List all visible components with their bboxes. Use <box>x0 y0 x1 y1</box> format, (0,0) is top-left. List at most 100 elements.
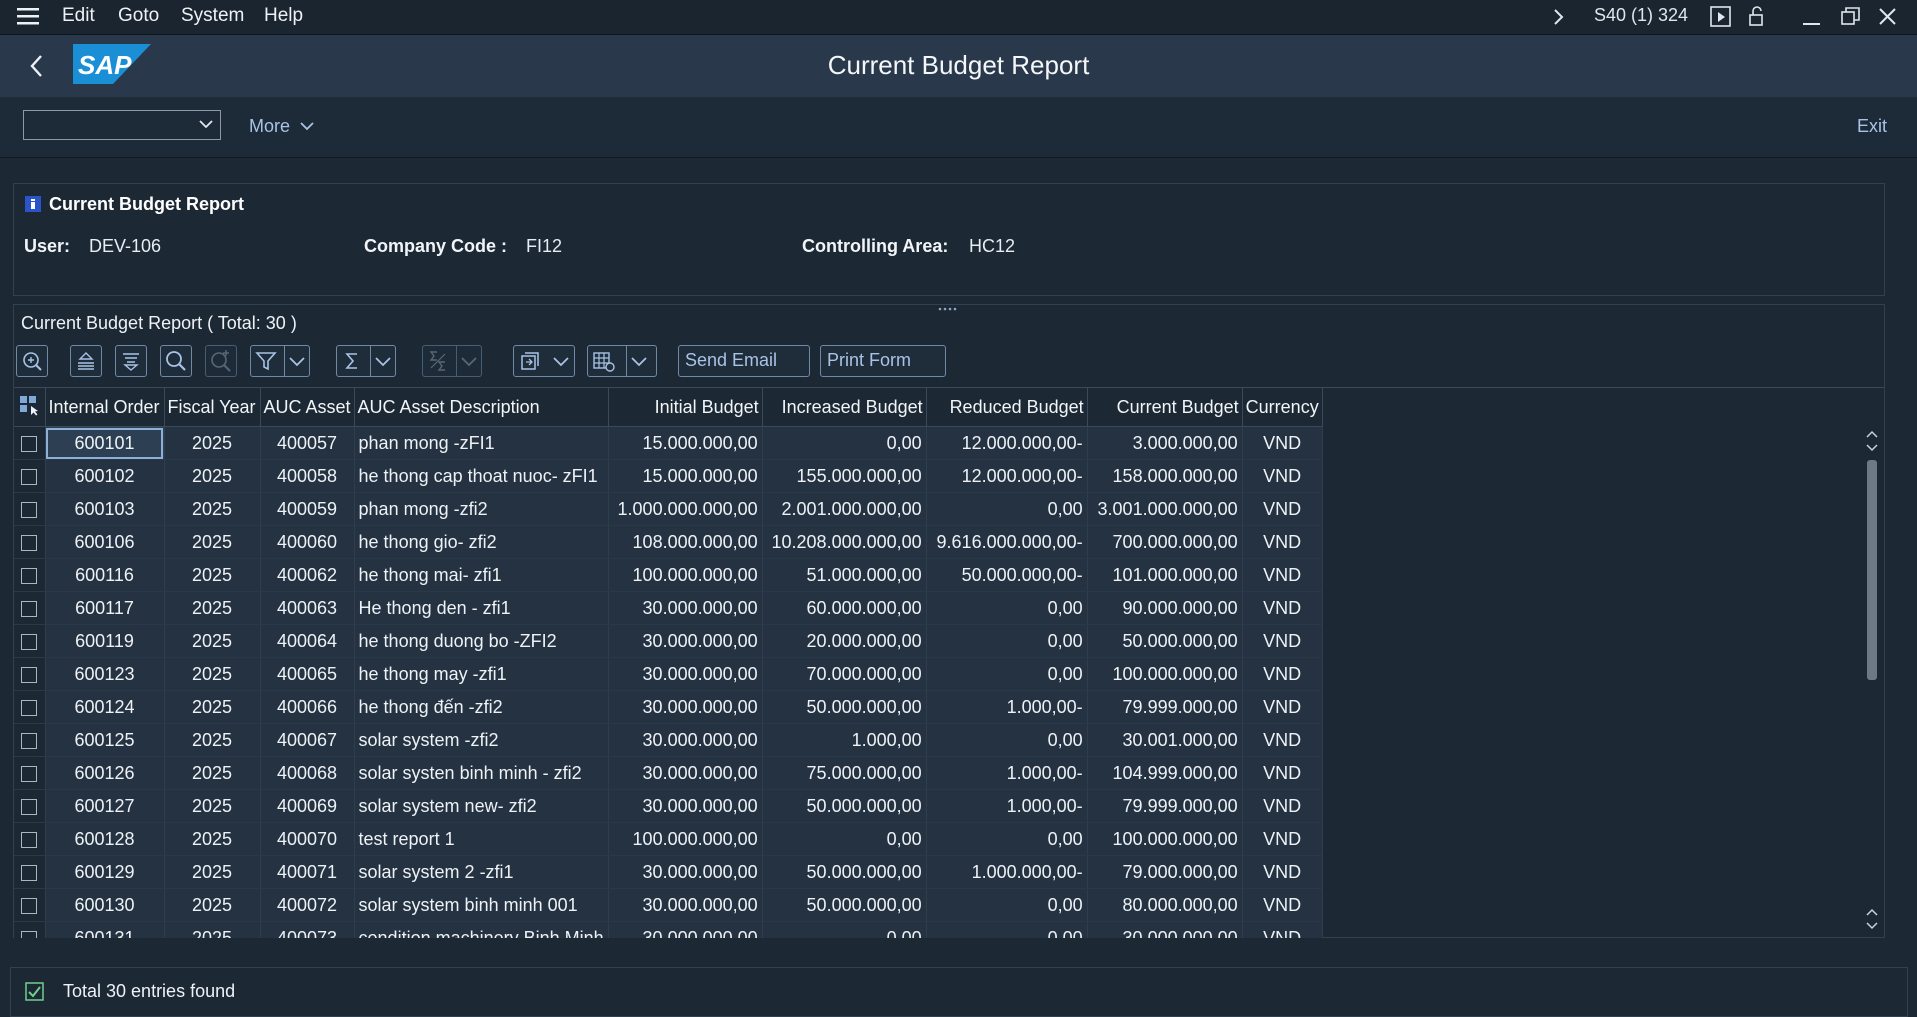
cell-increased-budget[interactable]: 20.000.000,00 <box>762 624 927 658</box>
row-select-cell[interactable] <box>14 822 46 856</box>
restore-icon[interactable] <box>1840 6 1862 33</box>
close-icon[interactable] <box>1878 6 1898 33</box>
cell-increased-budget[interactable]: 0,00 <box>762 426 927 460</box>
cell-initial-budget[interactable]: 30.000.000,00 <box>608 789 763 823</box>
cell-auc-asset-description[interactable]: he thong đến -zfi2 <box>354 690 609 724</box>
cell-currency[interactable]: VND <box>1242 624 1323 658</box>
cell-auc-asset[interactable]: 400058 <box>260 459 355 493</box>
cell-internal-order[interactable]: 600129 <box>45 855 165 889</box>
row-checkbox[interactable] <box>21 567 38 584</box>
row-checkbox[interactable] <box>21 435 38 452</box>
cell-fiscal-year[interactable]: 2025 <box>164 921 261 938</box>
cell-currency[interactable]: VND <box>1242 591 1323 625</box>
subtotal-button[interactable] <box>422 345 482 377</box>
cell-reduced-budget[interactable]: 1.000.000,00- <box>926 855 1088 889</box>
cell-internal-order[interactable]: 600126 <box>45 756 165 790</box>
row-checkbox[interactable] <box>21 468 38 485</box>
hamburger-menu-icon[interactable] <box>17 6 41 31</box>
table-row[interactable]: 600126 2025 400068 solar systen binh minh -… <box>14 756 1323 790</box>
cell-auc-asset[interactable]: 400071 <box>260 855 355 889</box>
row-select-cell[interactable] <box>14 855 46 889</box>
send-email-button[interactable]: Send Email <box>678 345 810 377</box>
cell-fiscal-year[interactable]: 2025 <box>164 888 261 922</box>
cell-auc-asset[interactable]: 400068 <box>260 756 355 790</box>
cell-auc-asset[interactable]: 400063 <box>260 591 355 625</box>
cell-current-budget[interactable]: 158.000.000,00 <box>1087 459 1243 493</box>
cell-fiscal-year[interactable]: 2025 <box>164 855 261 889</box>
cell-reduced-budget[interactable]: 12.000.000,00- <box>926 459 1088 493</box>
cell-current-budget[interactable]: 80.000.000,00 <box>1087 888 1243 922</box>
table-row[interactable]: 600128 2025 400070 test report 1 100.000.000… <box>14 822 1323 856</box>
cell-auc-asset-description[interactable]: phan mong -zfi2 <box>354 492 609 526</box>
row-checkbox[interactable] <box>21 600 38 617</box>
row-checkbox[interactable] <box>21 732 38 749</box>
row-select-cell[interactable] <box>14 756 46 790</box>
cell-currency[interactable]: VND <box>1242 855 1323 889</box>
col-header-auc-asset[interactable]: AUC Asset <box>260 388 355 427</box>
table-row[interactable]: 600102 2025 400058 he thong cap thoat nuoc-… <box>14 459 1323 493</box>
cell-currency[interactable]: VND <box>1242 789 1323 823</box>
menu-edit[interactable]: Edit <box>62 5 95 27</box>
cell-current-budget[interactable]: 100.000.000,00 <box>1087 822 1243 856</box>
cell-reduced-budget[interactable]: 0,00 <box>926 723 1088 757</box>
cell-auc-asset-description[interactable]: he thong cap thoat nuoc- zFI1 <box>354 459 609 493</box>
cell-initial-budget[interactable]: 30.000.000,00 <box>608 756 763 790</box>
cell-currency[interactable]: VND <box>1242 822 1323 856</box>
cell-initial-budget[interactable]: 100.000.000,00 <box>608 558 763 592</box>
cell-current-budget[interactable]: 79.000.000,00 <box>1087 855 1243 889</box>
cell-auc-asset-description[interactable]: solar systen binh minh - zfi2 <box>354 756 609 790</box>
cell-current-budget[interactable]: 30.001.000,00 <box>1087 723 1243 757</box>
table-row[interactable]: 600129 2025 400071 solar system 2 -zfi1 30.0… <box>14 855 1323 889</box>
cell-reduced-budget[interactable]: 9.616.000.000,00- <box>926 525 1088 559</box>
select-all-cell[interactable] <box>14 388 46 427</box>
row-checkbox[interactable] <box>21 798 38 815</box>
row-select-cell[interactable] <box>14 624 46 658</box>
cell-auc-asset-description[interactable]: he thong gio- zfi2 <box>354 525 609 559</box>
cell-fiscal-year[interactable]: 2025 <box>164 492 261 526</box>
more-button[interactable]: More <box>249 116 315 137</box>
cell-fiscal-year[interactable]: 2025 <box>164 723 261 757</box>
cell-increased-budget[interactable]: 0,00 <box>762 822 927 856</box>
row-select-cell[interactable] <box>14 789 46 823</box>
cell-internal-order[interactable]: 600101 <box>45 426 165 460</box>
table-row[interactable]: 600130 2025 400072 solar system binh minh 0… <box>14 888 1323 922</box>
cell-fiscal-year[interactable]: 2025 <box>164 591 261 625</box>
cell-auc-asset[interactable]: 400057 <box>260 426 355 460</box>
cell-auc-asset-description[interactable]: solar system binh minh 001 <box>354 888 609 922</box>
cell-increased-budget[interactable]: 51.000.000,00 <box>762 558 927 592</box>
cell-increased-budget[interactable]: 50.000.000,00 <box>762 789 927 823</box>
cell-reduced-budget[interactable]: 50.000.000,00- <box>926 558 1088 592</box>
cell-currency[interactable]: VND <box>1242 756 1323 790</box>
cell-initial-budget[interactable]: 30.000.000,00 <box>608 723 763 757</box>
row-select-cell[interactable] <box>14 426 46 460</box>
cell-internal-order[interactable]: 600127 <box>45 789 165 823</box>
col-header-current-budget[interactable]: Current Budget <box>1087 388 1243 427</box>
cell-auc-asset[interactable]: 400069 <box>260 789 355 823</box>
scroll-up-icon[interactable] <box>1862 427 1882 457</box>
print-form-button[interactable]: Print Form <box>820 345 946 377</box>
cell-current-budget[interactable]: 90.000.000,00 <box>1087 591 1243 625</box>
cell-fiscal-year[interactable]: 2025 <box>164 789 261 823</box>
cell-currency[interactable]: VND <box>1242 558 1323 592</box>
row-select-cell[interactable] <box>14 723 46 757</box>
row-checkbox[interactable] <box>21 765 38 782</box>
chevron-down-icon[interactable] <box>198 116 214 137</box>
cell-initial-budget[interactable]: 15.000.000,00 <box>608 426 763 460</box>
cell-current-budget[interactable]: 79.999.000,00 <box>1087 789 1243 823</box>
row-checkbox[interactable] <box>21 930 38 938</box>
cell-internal-order[interactable]: 600102 <box>45 459 165 493</box>
filter-button[interactable] <box>250 345 310 377</box>
cell-initial-budget[interactable]: 100.000.000,00 <box>608 822 763 856</box>
cell-fiscal-year[interactable]: 2025 <box>164 459 261 493</box>
cell-current-budget[interactable]: 100.000.000,00 <box>1087 657 1243 691</box>
cell-reduced-budget[interactable]: 0,00 <box>926 921 1088 938</box>
cell-increased-budget[interactable]: 0,00 <box>762 921 927 938</box>
cell-auc-asset[interactable]: 400065 <box>260 657 355 691</box>
cell-auc-asset-description[interactable]: solar system new- zfi2 <box>354 789 609 823</box>
table-row[interactable]: 600124 2025 400066 he thong đến -zfi2 30.000… <box>14 690 1323 724</box>
row-select-cell[interactable] <box>14 657 46 691</box>
cell-reduced-budget[interactable]: 0,00 <box>926 624 1088 658</box>
cell-auc-asset-description[interactable]: condition machinery Binh Minh <box>354 921 609 938</box>
cell-auc-asset[interactable]: 400062 <box>260 558 355 592</box>
command-field[interactable] <box>23 110 221 140</box>
